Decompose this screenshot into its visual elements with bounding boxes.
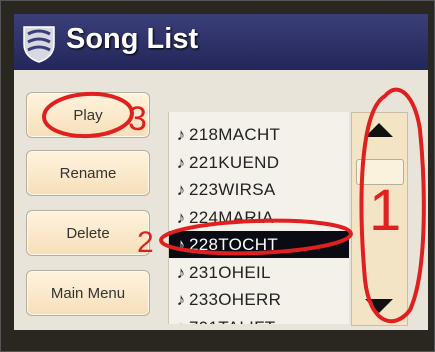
song-list-item[interactable]: ♪ 221KUEND xyxy=(169,149,349,176)
music-note-icon: ♪ xyxy=(176,235,186,254)
song-list-item[interactable]: ♪ 218MACHT xyxy=(169,121,349,148)
arrow-down-icon xyxy=(365,299,393,313)
song-name: 223WIRSA xyxy=(189,180,276,199)
shield-logo-icon xyxy=(23,26,55,63)
music-note-icon: ♪ xyxy=(176,180,186,199)
song-name: 224MARIA xyxy=(189,207,274,227)
song-name: 233OHERR xyxy=(189,290,282,309)
page-title: Song List xyxy=(66,23,199,55)
rename-button[interactable]: Rename xyxy=(26,150,150,196)
song-name: 221KUEND xyxy=(189,152,280,172)
song-name: 231OHEIL xyxy=(189,262,271,282)
song-list-item[interactable]: ♪ 224MARIA xyxy=(169,204,349,231)
scroll-up-button[interactable] xyxy=(360,117,398,143)
music-note-icon: ♪ xyxy=(173,314,189,325)
music-note-icon: ♪ xyxy=(176,152,186,172)
music-note-icon: ♪ xyxy=(176,125,186,144)
music-note-icon: ♪ xyxy=(176,207,186,227)
play-button[interactable]: Play xyxy=(26,92,150,138)
main-menu-button[interactable]: Main Menu xyxy=(26,270,150,316)
song-list-item[interactable]: ♪ 233OHERR xyxy=(169,286,349,313)
music-note-icon: ♪ xyxy=(176,262,186,282)
song-list-item[interactable]: ♪ 231OHEIL xyxy=(169,259,349,286)
song-list: ♪ 218MACHT ♪ 221KUEND ♪ 223WIRSA ♪ 224MARIA ♪ 228… xyxy=(168,112,349,324)
device-screen: Song List Play Rename Delete Main Menu ♪… xyxy=(14,14,428,330)
scroll-down-button[interactable] xyxy=(360,293,398,319)
arrow-up-icon xyxy=(365,123,393,137)
scroll-thumb[interactable] xyxy=(356,159,404,185)
scrollbar[interactable] xyxy=(351,112,408,326)
song-list-item[interactable]: ♪ 223WIRSA xyxy=(169,176,349,203)
song-name: 228TOCHT xyxy=(189,235,279,254)
delete-button[interactable]: Delete xyxy=(26,210,150,256)
title-bar: Song List xyxy=(14,14,428,70)
song-list-item[interactable]: ♪791TALIFT xyxy=(169,314,349,325)
song-list-item[interactable]: ♪ 228TOCHT xyxy=(169,231,349,258)
song-name: 218MACHT xyxy=(189,125,281,144)
song-name: 791TALIFT xyxy=(189,318,275,325)
music-note-icon: ♪ xyxy=(176,290,186,309)
